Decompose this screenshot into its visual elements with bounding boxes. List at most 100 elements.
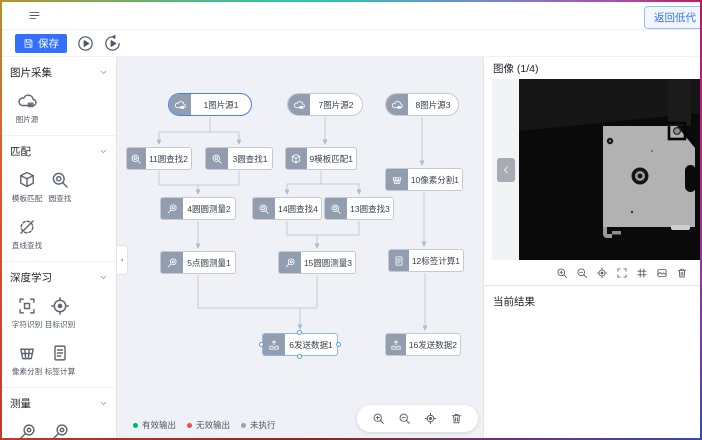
tool-item-直线查找[interactable]: 直线查找: [10, 210, 43, 257]
label-calc-icon: [389, 250, 409, 271]
measure-icon: [17, 422, 37, 438]
menu-icon[interactable]: [28, 9, 41, 22]
locate-icon[interactable]: [424, 412, 437, 425]
locate-icon[interactable]: [596, 267, 608, 279]
tool-label: 圆查找: [48, 193, 71, 203]
segment-icon: [386, 169, 408, 190]
node-label: 9模板匹配1: [307, 148, 356, 169]
tool-item-目标识别[interactable]: 目标识别: [43, 289, 76, 336]
image-source-icon: [386, 94, 408, 115]
tool-item-字符识别[interactable]: 字符识别: [10, 289, 43, 336]
trash-icon[interactable]: [676, 267, 688, 279]
legend-item: 有效输出: [133, 419, 176, 431]
flow-node-15圆圆测量3[interactable]: 15圆圆测量3: [278, 251, 356, 274]
send-icon: [263, 334, 285, 355]
run-flow-button[interactable]: [77, 35, 94, 52]
tool-label: 字符识别: [11, 319, 41, 329]
zoom-out-icon[interactable]: [576, 267, 588, 279]
section-title[interactable]: 测量: [10, 394, 108, 415]
zoom-out-icon[interactable]: [398, 412, 411, 425]
tool-label: 模板匹配: [11, 193, 41, 203]
circle-find-icon: [206, 148, 228, 169]
selection-handle[interactable]: [259, 342, 264, 347]
status-dot: [187, 423, 192, 428]
tool-item-像素分割[interactable]: 像素分割: [10, 336, 43, 383]
tool-label: 目标识别: [44, 319, 74, 329]
legend-item: 未执行: [241, 419, 276, 431]
chevron-left-icon: [501, 165, 511, 175]
circle-find-icon: [127, 148, 146, 169]
node-label: 12标签计算1: [409, 250, 463, 271]
node-label: 10像素分割1: [408, 169, 462, 190]
canvas-zoom-toolbar: [357, 405, 478, 432]
selection-handle[interactable]: [297, 330, 302, 335]
tool-item-圆圆测量[interactable]: 圆圆测量: [10, 415, 43, 438]
label-calc-icon: [50, 343, 70, 363]
flow-node-7图片源2[interactable]: 7图片源2: [287, 93, 363, 116]
legend-label: 有效输出: [142, 419, 176, 431]
chevron-down-icon: [99, 273, 108, 282]
tool-item-圆查找[interactable]: 圆查找: [43, 163, 76, 210]
selection-handle[interactable]: [336, 342, 341, 347]
flow-node-11圆查找2[interactable]: 11圆查找2: [126, 147, 192, 170]
status-legend: 有效输出无效输出未执行: [133, 419, 276, 431]
flow-node-13圆查找3[interactable]: 13圆查找3: [324, 197, 394, 220]
flow-node-5点圆测量1[interactable]: 5点圆测量1: [160, 251, 236, 274]
tool-item-标签计算[interactable]: 标签计算: [43, 336, 76, 383]
zoom-in-icon[interactable]: [556, 267, 568, 279]
screenshot-border-top: [0, 0, 702, 2]
tool-item-模板匹配[interactable]: 模板匹配: [10, 163, 43, 210]
flow-node-9模板匹配1[interactable]: 9模板匹配1: [285, 147, 357, 170]
flow-node-12标签计算1[interactable]: 12标签计算1: [388, 249, 464, 272]
status-dot: [133, 423, 138, 428]
tool-label: 图片源: [15, 114, 38, 124]
flow-node-10像素分割1[interactable]: 10像素分割1: [385, 168, 463, 191]
image-compare-icon[interactable]: [656, 267, 668, 279]
section-title[interactable]: 匹配: [10, 142, 108, 163]
node-label: 14圆查找4: [275, 198, 321, 219]
measure-icon: [279, 252, 301, 273]
image-preview-panel: 图像 (1/4): [483, 57, 700, 438]
flow-node-16发送数据2[interactable]: 16发送数据2: [385, 333, 461, 356]
save-button[interactable]: 保存: [15, 34, 67, 53]
run-once-button[interactable]: [104, 35, 121, 52]
node-label: 1图片源1: [191, 94, 251, 115]
section-items: 图片源: [10, 84, 108, 131]
chevron-down-icon: [99, 147, 108, 156]
image-viewer: [492, 79, 700, 260]
camera-image[interactable]: [519, 79, 700, 260]
cube-icon: [286, 148, 307, 169]
legend-item: 无效输出: [187, 419, 230, 431]
section-title[interactable]: 深度学习: [10, 268, 108, 289]
flow-node-4圆圆测量2[interactable]: 4圆圆测量2: [160, 197, 236, 220]
measure-icon: [161, 198, 183, 219]
node-label: 7图片源2: [310, 94, 362, 115]
line-find-icon: [17, 217, 37, 237]
back-to-lowcode-button[interactable]: 返回低代: [644, 6, 702, 29]
section-label: 匹配: [10, 144, 31, 159]
circle-find-icon: [325, 198, 347, 219]
ocr-icon: [17, 296, 37, 316]
flow-node-1图片源1[interactable]: 1图片源1: [168, 93, 252, 116]
flow-node-14圆查找4[interactable]: 14圆查找4: [252, 197, 322, 220]
node-label: 15圆圆测量3: [301, 252, 355, 273]
target-icon: [50, 296, 70, 316]
section-label: 图片采集: [10, 65, 52, 80]
zoom-in-icon[interactable]: [372, 412, 385, 425]
grid-icon[interactable]: [636, 267, 648, 279]
trash-icon[interactable]: [450, 412, 463, 425]
flow-node-3圆查找1[interactable]: 3圆查找1: [205, 147, 273, 170]
tool-label: 直线查找: [11, 240, 41, 250]
section-title[interactable]: 图片采集: [10, 63, 108, 84]
prev-image-button[interactable]: [497, 158, 515, 182]
flow-node-6发送数据1[interactable]: 6发送数据1: [262, 333, 338, 356]
tool-item-点圆测量[interactable]: 点圆测量: [43, 415, 76, 438]
flow-node-8图片源3[interactable]: 8图片源3: [385, 93, 459, 116]
sidebar-collapse-handle[interactable]: [117, 245, 128, 275]
selection-handle[interactable]: [297, 354, 302, 359]
tool-item-图片源[interactable]: 图片源: [10, 84, 43, 131]
fullscreen-icon[interactable]: [616, 267, 628, 279]
flow-canvas[interactable]: 有效输出无效输出未执行 1图片源1 7图片源2 8图片源3 11圆查找2 3圆查找1 9模…: [117, 57, 483, 438]
section-items: 模板匹配圆查找直线查找: [10, 163, 108, 257]
save-label: 保存: [38, 36, 59, 51]
